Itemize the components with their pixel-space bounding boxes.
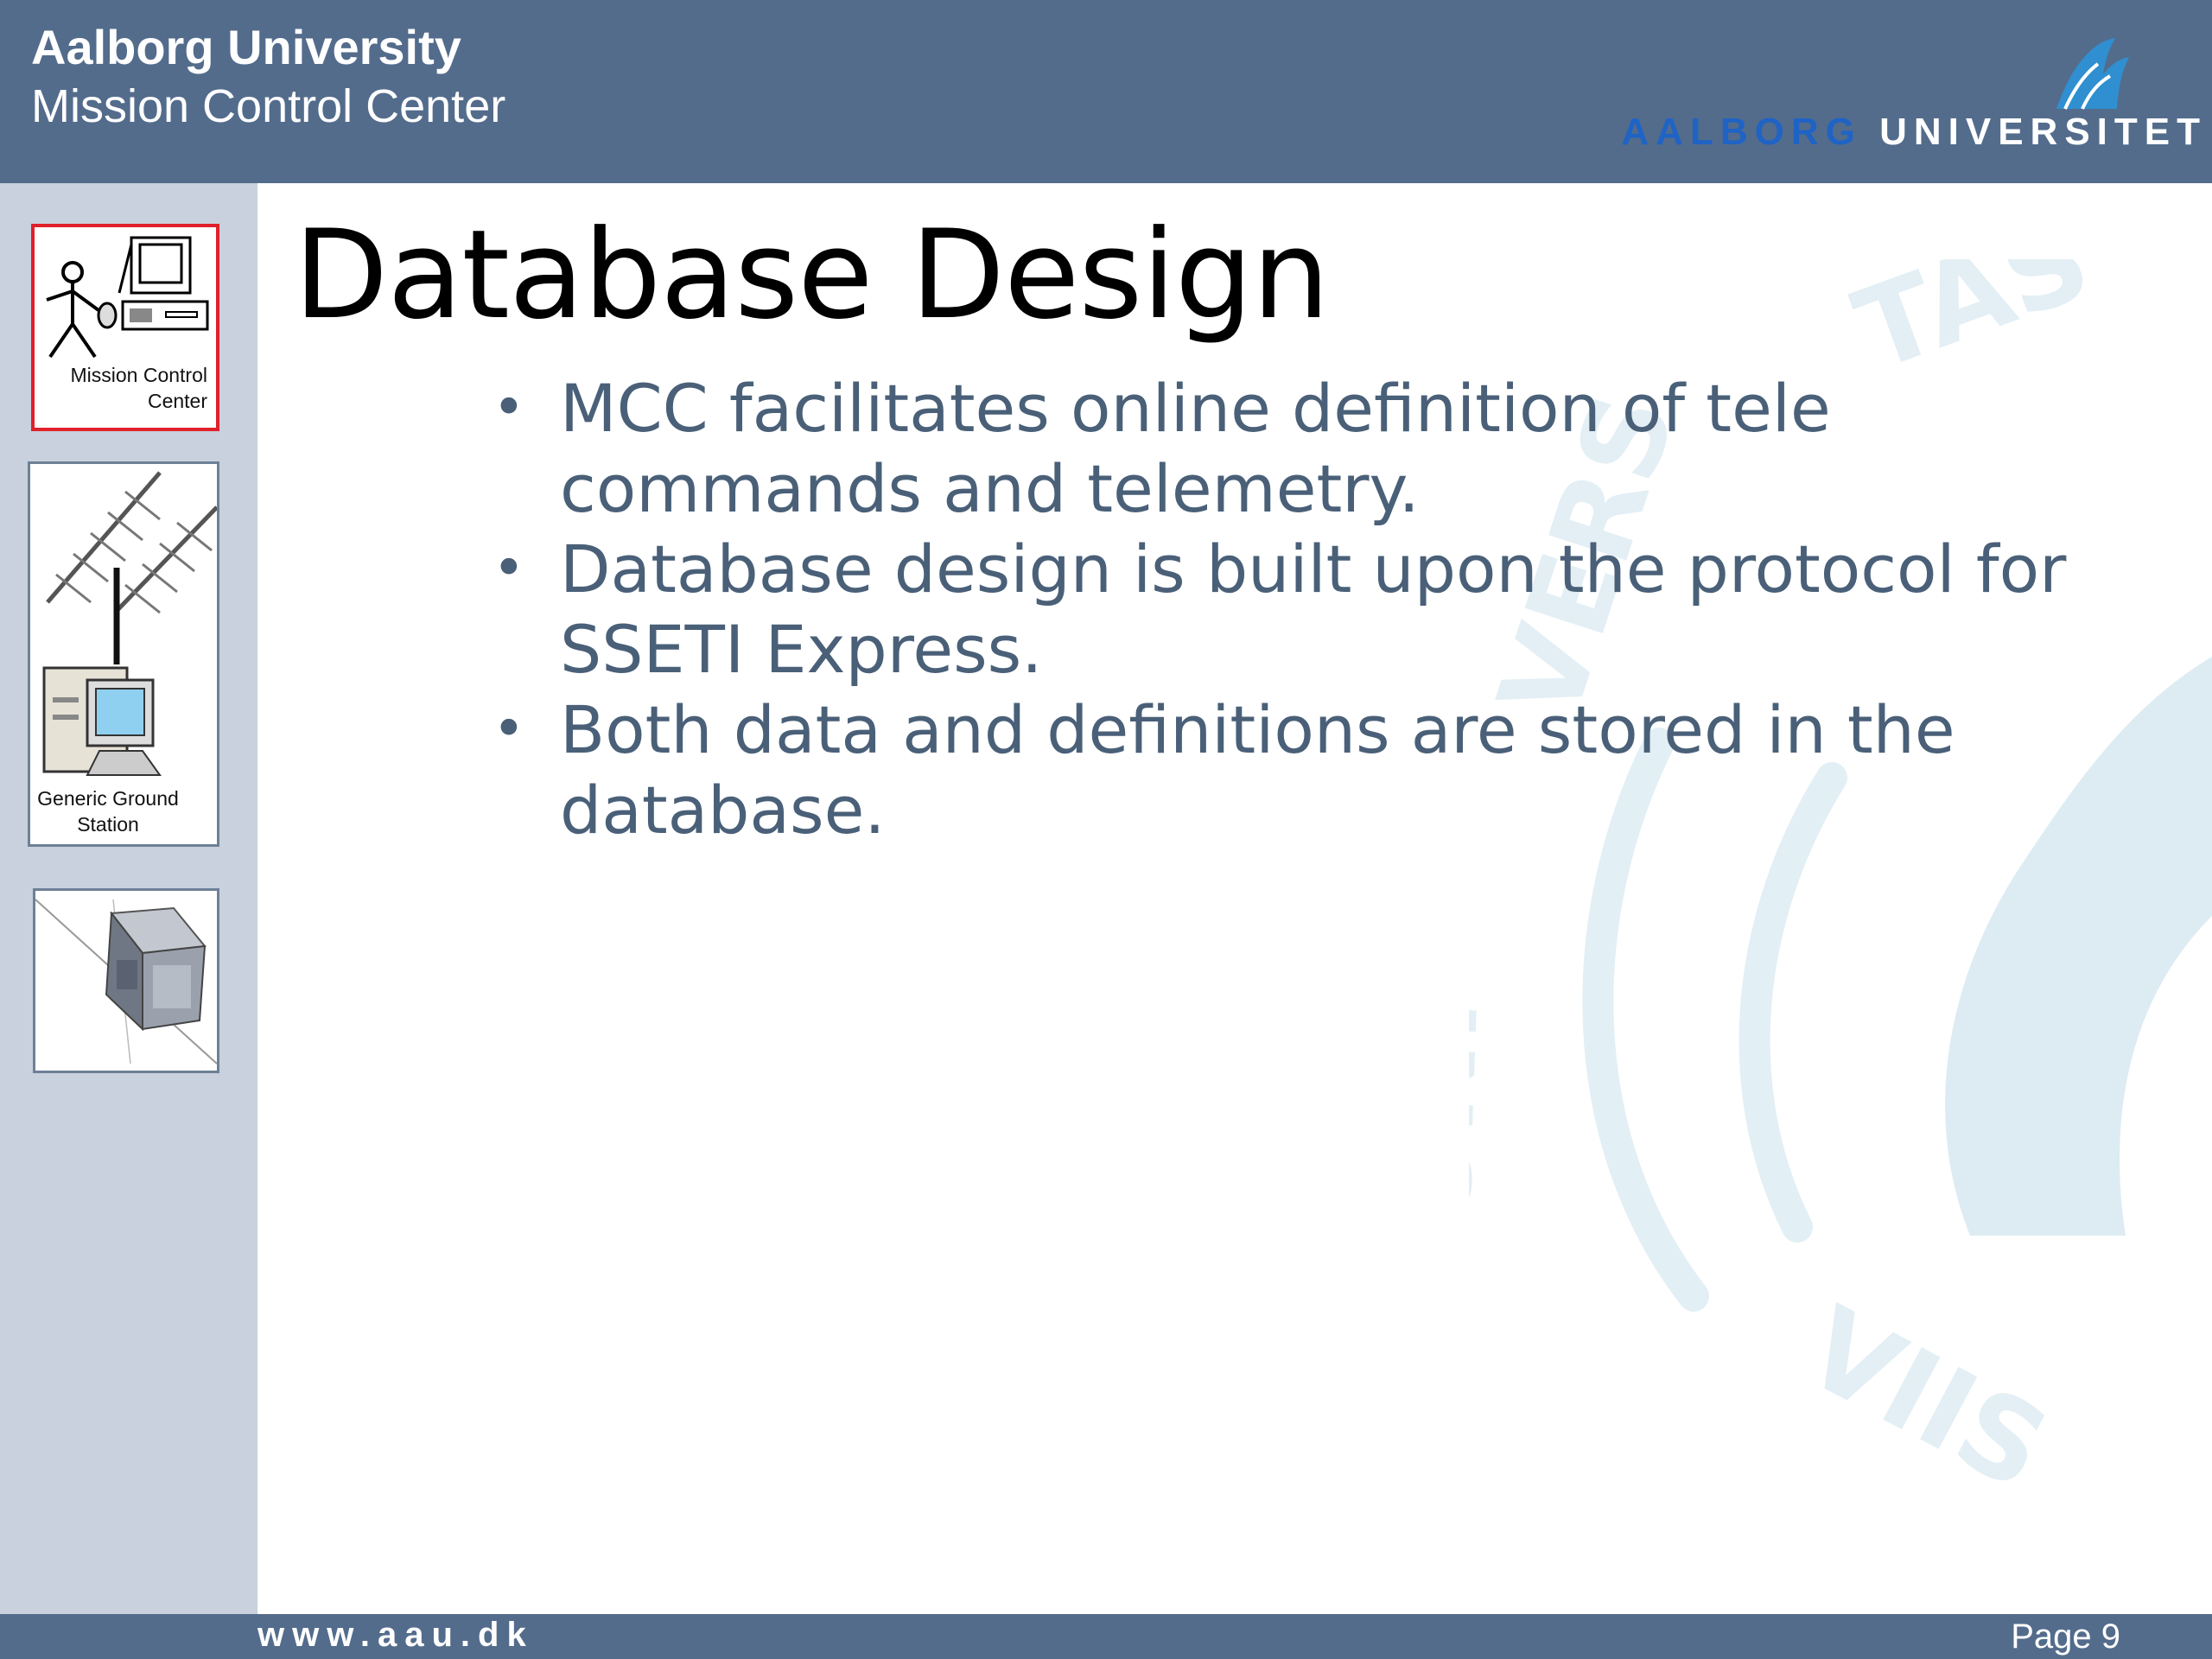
wordmark-aalborg: AALBORG (1621, 111, 1862, 153)
bullet-text: Database design is built upon the protoc… (560, 531, 2067, 688)
slide-title: Database Design (294, 204, 1330, 346)
slide-navigation-sidebar: Mission Control Center Generic Ground St… (0, 183, 257, 1614)
bullet-text: Both data and definitions are stored in … (560, 691, 1955, 849)
bullet-item: • MCC facilitates online definition of te… (493, 368, 2160, 529)
bullet-item: • Both data and definitions are stored in… (493, 690, 2160, 850)
header-bar: Aalborg University Mission Control Cente… (0, 0, 2212, 183)
aau-wordmark: AALBORG UNIVERSITET (1621, 111, 2207, 154)
footer-bar: www.aau.dk Page 9 (0, 1614, 2212, 1659)
footer-website-link[interactable]: www.aau.dk (257, 1616, 534, 1655)
bullet-item: • Database design is built upon the proto… (493, 529, 2160, 690)
bullet-list: • MCC facilitates online definition of te… (493, 368, 2160, 850)
thumbnail-mission-control-center[interactable]: Mission Control Center (31, 224, 219, 431)
bullet-text: MCC facilitates online definition of tel… (560, 370, 1831, 527)
thumbnail-generic-ground-station[interactable]: Generic Ground Station (28, 461, 219, 847)
thumbnail-label-line1: Mission Control (70, 364, 208, 386)
aau-logo-icon (2056, 38, 2129, 110)
header-institution: Aalborg University (31, 20, 461, 74)
thumbnail-label: Mission Control Center (35, 362, 216, 414)
bullet-dot: • (493, 376, 525, 440)
bullet-dot: • (493, 697, 525, 761)
header-subtitle: Mission Control Center (31, 80, 506, 132)
thumbnail-label-line2: Center (147, 390, 207, 412)
wordmark-universitet: UNIVERSITET (1879, 111, 2207, 153)
bullet-dot: • (493, 537, 525, 601)
thumbnail-label-line2: Station (77, 813, 139, 836)
footer-page-number: Page 9 (2011, 1618, 2120, 1656)
thumbnail-satellite[interactable] (33, 888, 219, 1073)
thumbnail-label-text: Generic Ground Station (30, 785, 186, 837)
thumbnail-label-line1: Generic Ground (37, 787, 179, 810)
svg-text:VIIS: VIIS (1784, 1281, 2068, 1516)
satellite-icon (35, 899, 217, 1065)
svg-text:UNI: UNI (1469, 996, 1503, 1228)
